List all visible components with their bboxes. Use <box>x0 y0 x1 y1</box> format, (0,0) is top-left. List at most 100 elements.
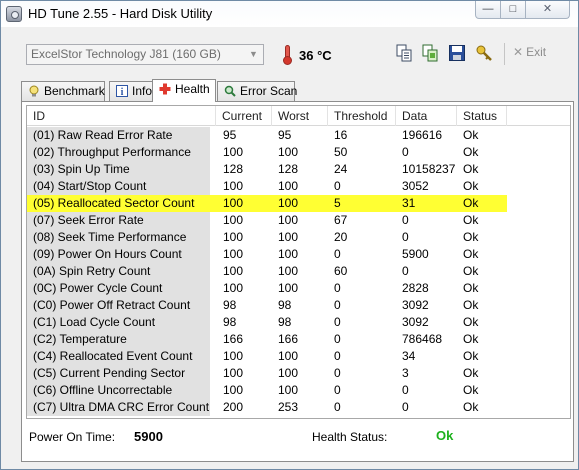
smart-attributes-list[interactable]: ID Current Worst Threshold Data Status (… <box>26 105 571 419</box>
status-value: Ok <box>463 400 479 414</box>
table-row[interactable]: (09) Power On Hours Count 100 100 0 5900 Ok <box>27 246 570 263</box>
worst-value: 100 <box>278 213 299 227</box>
current-value: 100 <box>223 281 244 295</box>
worst-value: 100 <box>278 366 299 380</box>
threshold-value: 0 <box>334 247 341 261</box>
bulb-icon <box>29 85 39 97</box>
table-row[interactable]: (05) Reallocated Sector Count 100 100 5 31 Ok <box>27 195 570 212</box>
table-row[interactable]: (C7) Ultra DMA CRC Error Count 200 253 0 0 Ok <box>27 399 570 416</box>
raw-data-value: 3052 <box>402 179 429 193</box>
threshold-value: 0 <box>334 281 341 295</box>
power-on-time-label: Power On Time: <box>29 430 116 444</box>
worst-value: 100 <box>278 196 299 210</box>
table-row[interactable]: (C0) Power Off Retract Count 98 98 0 3092 Ok <box>27 297 570 314</box>
hard-disk-app-icon <box>6 6 22 22</box>
attribute-id: (C5) Current Pending Sector <box>33 366 186 380</box>
threshold-value: 0 <box>334 298 341 312</box>
save-icon[interactable] <box>448 44 466 62</box>
current-value: 100 <box>223 366 244 380</box>
threshold-value: 60 <box>334 264 348 278</box>
raw-data-value: 5900 <box>402 247 429 261</box>
toolbar: ExcelStor Technology J81 (160 GB) ▼ 36 °… <box>1 31 578 73</box>
column-header-data[interactable]: Data <box>396 106 457 126</box>
table-row[interactable]: (C2) Temperature 166 166 0 786468 Ok <box>27 331 570 348</box>
column-header-status[interactable]: Status <box>457 106 507 126</box>
exit-icon: ✕ <box>513 45 524 59</box>
table-row[interactable]: (03) Spin Up Time 128 128 24 10158237 Ok <box>27 161 570 178</box>
worst-value: 253 <box>278 400 299 414</box>
current-value: 98 <box>223 298 237 312</box>
copy-screenshot-icon[interactable] <box>421 44 439 62</box>
threshold-value: 0 <box>334 332 341 346</box>
temperature-readout: 36 °C <box>299 48 332 63</box>
current-value: 100 <box>223 349 244 363</box>
health-status-value: Ok <box>436 428 454 443</box>
table-row[interactable]: (C5) Current Pending Sector 100 100 0 3 Ok <box>27 365 570 382</box>
attribute-id: (C4) Reallocated Event Count <box>33 349 193 363</box>
threshold-value: 24 <box>334 162 348 176</box>
column-header-current[interactable]: Current <box>216 106 272 126</box>
attribute-id: (C6) Offline Uncorrectable <box>33 383 173 397</box>
tab-info-label: Info <box>132 84 153 98</box>
threshold-value: 0 <box>334 349 341 363</box>
table-row[interactable]: (C6) Offline Uncorrectable 100 100 0 0 Ok <box>27 382 570 399</box>
worst-value: 100 <box>278 281 299 295</box>
raw-data-value: 34 <box>402 349 416 363</box>
tab-health[interactable]: Health <box>152 79 216 102</box>
title-bar[interactable]: HD Tune 2.55 - Hard Disk Utility — □ ✕ <box>1 1 578 27</box>
attribute-id: (05) Reallocated Sector Count <box>33 196 195 210</box>
table-row[interactable]: (02) Throughput Performance 100 100 50 0 Ok <box>27 144 570 161</box>
toolbar-separator <box>504 43 505 65</box>
column-header-id[interactable]: ID <box>27 106 216 126</box>
drive-select[interactable]: ExcelStor Technology J81 (160 GB) ▼ <box>26 44 264 65</box>
status-value: Ok <box>463 213 479 227</box>
raw-data-value: 2828 <box>402 281 429 295</box>
raw-data-value: 196616 <box>402 128 443 142</box>
table-row[interactable]: (C1) Load Cycle Count 98 98 0 3092 Ok <box>27 314 570 331</box>
tab-health-label: Health <box>175 82 210 96</box>
current-value: 100 <box>223 179 244 193</box>
app-window: HD Tune 2.55 - Hard Disk Utility — □ ✕ E… <box>0 0 579 470</box>
table-row[interactable]: (C4) Reallocated Event Count 100 100 0 34 Ok <box>27 348 570 365</box>
current-value: 100 <box>223 145 244 159</box>
health-cross-icon <box>159 83 171 95</box>
worst-value: 166 <box>278 332 299 346</box>
current-value: 95 <box>223 128 237 142</box>
tab-error-scan-label: Error Scan <box>240 84 298 98</box>
status-value: Ok <box>463 298 479 312</box>
column-header-threshold[interactable]: Threshold <box>328 106 396 126</box>
table-row[interactable]: (08) Seek Time Performance 100 100 20 0 Ok <box>27 229 570 246</box>
threshold-value: 67 <box>334 213 348 227</box>
status-value: Ok <box>463 162 479 176</box>
threshold-value: 50 <box>334 145 348 159</box>
threshold-value: 0 <box>334 383 341 397</box>
raw-data-value: 786468 <box>402 332 443 346</box>
worst-value: 95 <box>278 128 292 142</box>
current-value: 128 <box>223 162 244 176</box>
tab-error-scan[interactable]: Error Scan <box>217 81 298 101</box>
attribute-id: (C1) Load Cycle Count <box>33 315 156 329</box>
options-key-icon[interactable] <box>475 44 493 62</box>
attribute-id: (C2) Temperature <box>33 332 127 346</box>
table-row[interactable]: (0C) Power Cycle Count 100 100 0 2828 Ok <box>27 280 570 297</box>
table-row[interactable]: (07) Seek Error Rate 100 100 67 0 Ok <box>27 212 570 229</box>
threshold-value: 0 <box>334 179 341 193</box>
column-header-worst[interactable]: Worst <box>272 106 328 126</box>
table-row[interactable]: (01) Raw Read Error Rate 95 95 16 196616 Ok <box>27 127 570 144</box>
threshold-value: 0 <box>334 400 341 414</box>
attribute-id: (0C) Power Cycle Count <box>33 281 163 295</box>
chevron-down-icon[interactable]: ▼ <box>246 46 261 63</box>
exit-button[interactable]: ✕ Exit <box>513 45 553 63</box>
table-row[interactable]: (0A) Spin Retry Count 100 100 60 0 Ok <box>27 263 570 280</box>
current-value: 98 <box>223 315 237 329</box>
raw-data-value: 3092 <box>402 315 429 329</box>
status-value: Ok <box>463 145 479 159</box>
status-value: Ok <box>463 128 479 142</box>
maximize-button[interactable]: □ <box>500 1 526 19</box>
copy-text-icon[interactable] <box>395 44 413 62</box>
table-row[interactable]: (04) Start/Stop Count 100 100 0 3052 Ok <box>27 178 570 195</box>
close-button[interactable]: ✕ <box>525 1 570 19</box>
minimize-button[interactable]: — <box>475 1 501 19</box>
threshold-value: 5 <box>334 196 341 210</box>
tab-benchmark[interactable]: Benchmark <box>21 81 105 101</box>
